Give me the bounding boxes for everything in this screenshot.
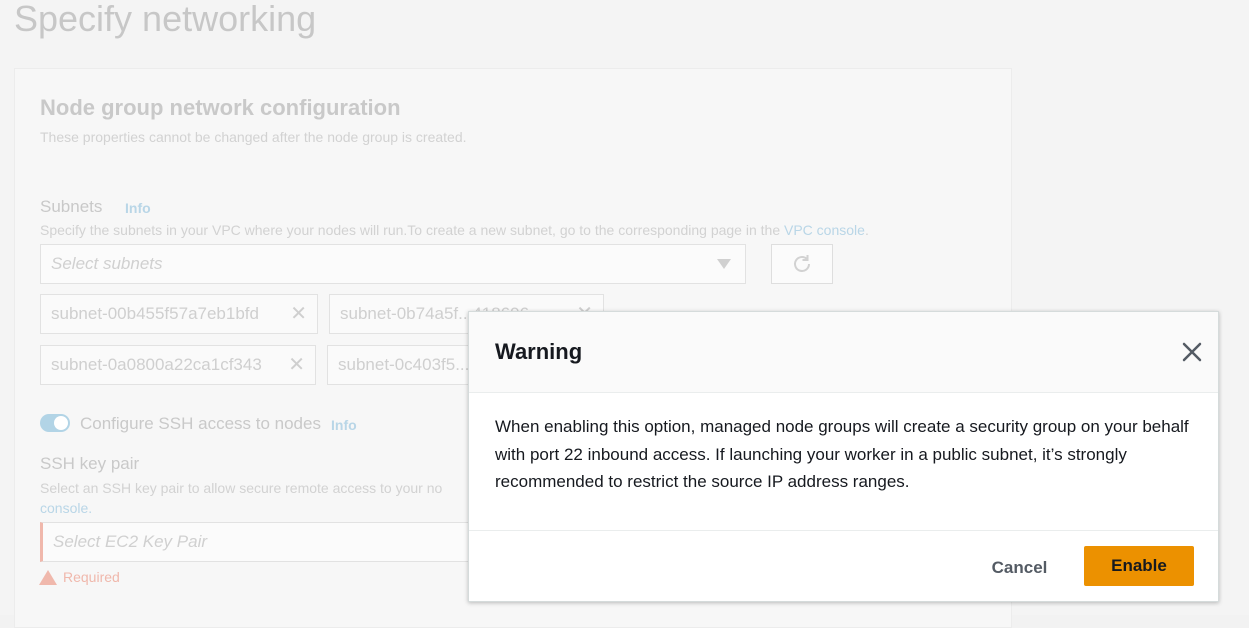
ec2-console-link[interactable]: console.	[40, 500, 92, 516]
vpc-console-link[interactable]: VPC console	[784, 222, 865, 238]
refresh-subnets-button[interactable]	[771, 244, 833, 284]
ssh-access-toggle[interactable]	[40, 414, 70, 432]
ssh-info-link[interactable]: Info	[331, 417, 357, 433]
subnets-select-placeholder: Select subnets	[51, 254, 163, 273]
subnets-description-text: Specify the subnets in your VPC where yo…	[40, 222, 781, 238]
subnet-token: subnet-0a0800a22ca1cf343 ✕	[40, 345, 316, 385]
subnets-description-suffix: .	[864, 222, 869, 238]
close-button[interactable]	[1180, 340, 1204, 364]
caret-down-icon	[717, 259, 731, 269]
modal-footer: Cancel Enable	[469, 530, 1218, 602]
modal-header: Warning	[469, 312, 1218, 393]
subnet-token-label: subnet-00b455f57a7eb1bfd	[51, 304, 259, 323]
required-error: Required	[39, 569, 120, 585]
warning-modal: Warning When enabling this option, manag…	[468, 311, 1219, 602]
subnets-label: Subnets	[40, 197, 103, 216]
page-title: Specify networking	[14, 0, 317, 39]
refresh-icon	[794, 255, 810, 272]
subnet-token-label: subnet-0c403f5...	[338, 355, 470, 374]
subnets-select[interactable]: Select subnets	[40, 244, 746, 284]
ssh-keypair-description-link-line: console.	[40, 500, 92, 516]
subnet-token: subnet-00b455f57a7eb1bfd ✕	[40, 294, 318, 334]
cancel-button[interactable]: Cancel	[977, 548, 1062, 588]
remove-token-icon[interactable]: ✕	[290, 304, 307, 324]
ssh-toggle-label: Configure SSH access to nodes	[80, 414, 321, 433]
subnets-description: Specify the subnets in your VPC where yo…	[40, 222, 869, 238]
close-icon	[1182, 342, 1202, 362]
ssh-keypair-select[interactable]: Select EC2 Key Pair	[40, 522, 480, 562]
required-text: Required	[63, 569, 120, 585]
panel-title: Node group network configuration	[40, 95, 401, 120]
remove-token-icon[interactable]: ✕	[288, 355, 305, 375]
subnet-token-label: subnet-0a0800a22ca1cf343	[51, 355, 262, 374]
warning-icon	[39, 569, 57, 585]
modal-title: Warning	[495, 339, 583, 364]
ssh-keypair-placeholder: Select EC2 Key Pair	[53, 532, 208, 551]
modal-body-text: When enabling this option, managed node …	[495, 417, 1189, 491]
panel-description: These properties cannot be changed after…	[40, 129, 467, 145]
ssh-keypair-label: SSH key pair	[40, 454, 140, 473]
enable-button[interactable]: Enable	[1084, 546, 1194, 586]
ssh-keypair-description: Select an SSH key pair to allow secure r…	[40, 480, 443, 496]
subnets-info-link[interactable]: Info	[125, 200, 151, 216]
